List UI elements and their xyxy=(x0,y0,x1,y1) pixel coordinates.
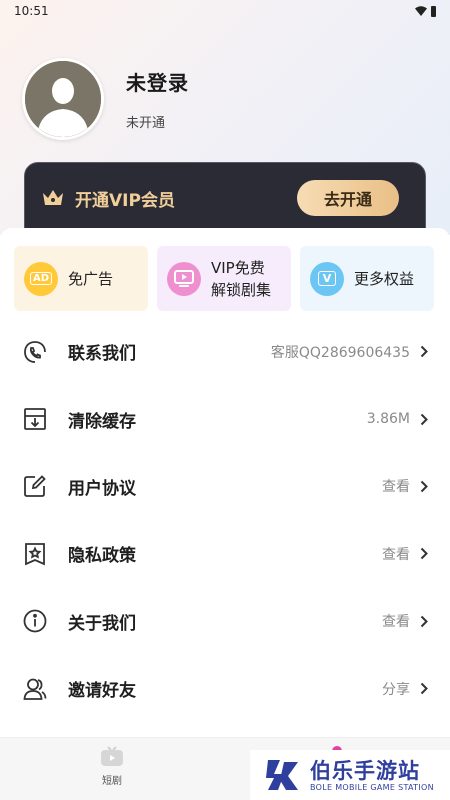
tv-play-icon xyxy=(101,746,123,766)
chevron-right-icon xyxy=(420,344,430,360)
users-icon xyxy=(22,676,48,702)
info-icon xyxy=(22,608,48,634)
chevron-right-icon xyxy=(420,681,430,697)
battery-icon xyxy=(431,5,436,17)
menu-label: 关于我们 xyxy=(68,613,136,634)
menu-item-clear-cache[interactable]: 清除缓存 3.86M xyxy=(0,385,450,452)
feature-more-benefits[interactable]: V 更多权益 xyxy=(300,246,434,311)
vip-title: 开通VIP会员 xyxy=(75,190,175,211)
bole-logo-icon xyxy=(266,760,298,790)
profile-name[interactable]: 未登录 xyxy=(126,67,189,96)
menu-value: 3.86M xyxy=(366,411,410,428)
status-icons xyxy=(415,5,436,17)
v-badge-icon: V xyxy=(310,261,344,296)
open-vip-button[interactable]: 去开通 xyxy=(297,180,399,216)
menu-value: 查看 xyxy=(382,614,410,631)
membership-status: 未开通 xyxy=(126,116,166,131)
menu-item-user-agreement[interactable]: 用户协议 查看 xyxy=(0,453,450,520)
contact-phone-icon xyxy=(22,339,48,365)
tab-short-drama[interactable]: 短剧 xyxy=(82,746,142,787)
menu-value: 分享 xyxy=(382,681,410,698)
default-avatar-icon xyxy=(25,61,101,137)
menu-item-privacy-policy[interactable]: 隐私政策 查看 xyxy=(0,520,450,587)
watermark-logo: 伯乐手游站 BOLE MOBILE GAME STATION xyxy=(250,750,450,800)
vip-card[interactable]: 开通VIP会员 去开通 xyxy=(24,162,426,236)
settings-menu: 联系我们 客服QQ2869606435 清除缓存 3.86M 用户协议 查看 隐… xyxy=(0,318,450,722)
menu-item-contact-us[interactable]: 联系我们 客服QQ2869606435 xyxy=(0,318,450,385)
feature-row: AD 免广告 VIP免费 解锁剧集 V 更多权益 xyxy=(14,246,434,311)
menu-label: 隐私政策 xyxy=(68,546,136,567)
wifi-icon xyxy=(415,6,427,16)
menu-label: 联系我们 xyxy=(68,344,136,365)
feature-label: VIP免费 解锁剧集 xyxy=(211,257,271,301)
menu-value: 查看 xyxy=(382,479,410,496)
avatar[interactable] xyxy=(22,58,104,140)
status-bar: 10:51 xyxy=(0,0,450,22)
chevron-right-icon xyxy=(420,613,430,629)
ad-badge-text: AD xyxy=(29,272,53,285)
chevron-right-icon xyxy=(420,478,430,494)
edit-doc-icon xyxy=(22,473,48,499)
menu-label: 清除缓存 xyxy=(68,411,136,432)
menu-item-invite-friends[interactable]: 邀请好友 分享 xyxy=(0,655,450,722)
profile-section[interactable]: 未登录 未开通 xyxy=(22,58,189,140)
feature-label: 免广告 xyxy=(68,269,114,288)
chevron-right-icon xyxy=(420,546,430,562)
menu-value: 客服QQ2869606435 xyxy=(270,344,410,361)
feature-no-ads[interactable]: AD 免广告 xyxy=(14,246,148,311)
status-time: 10:51 xyxy=(14,4,49,18)
menu-label: 邀请好友 xyxy=(68,681,136,702)
clear-cache-icon xyxy=(22,406,48,432)
watermark-subtitle: BOLE MOBILE GAME STATION xyxy=(310,782,434,792)
menu-label: 用户协议 xyxy=(68,478,136,499)
ad-icon: AD xyxy=(24,261,58,296)
feature-label-line1: VIP免费 xyxy=(211,258,265,277)
chevron-right-icon xyxy=(420,411,430,427)
main-content: AD 免广告 VIP免费 解锁剧集 V 更多权益 联系我们 客服QQ286960… xyxy=(0,228,450,738)
v-badge-text: V xyxy=(317,271,337,286)
feature-vip-unlock[interactable]: VIP免费 解锁剧集 xyxy=(157,246,291,311)
crown-icon xyxy=(43,190,63,205)
feature-label-line2: 解锁剧集 xyxy=(211,280,272,299)
menu-item-about-us[interactable]: 关于我们 查看 xyxy=(0,588,450,655)
watermark-title: 伯乐手游站 xyxy=(310,758,420,783)
tv-icon xyxy=(167,261,201,296)
tab-label: 短剧 xyxy=(102,776,122,787)
menu-value: 查看 xyxy=(382,546,410,563)
bookmark-star-icon xyxy=(22,541,48,567)
feature-label: 更多权益 xyxy=(354,269,415,288)
